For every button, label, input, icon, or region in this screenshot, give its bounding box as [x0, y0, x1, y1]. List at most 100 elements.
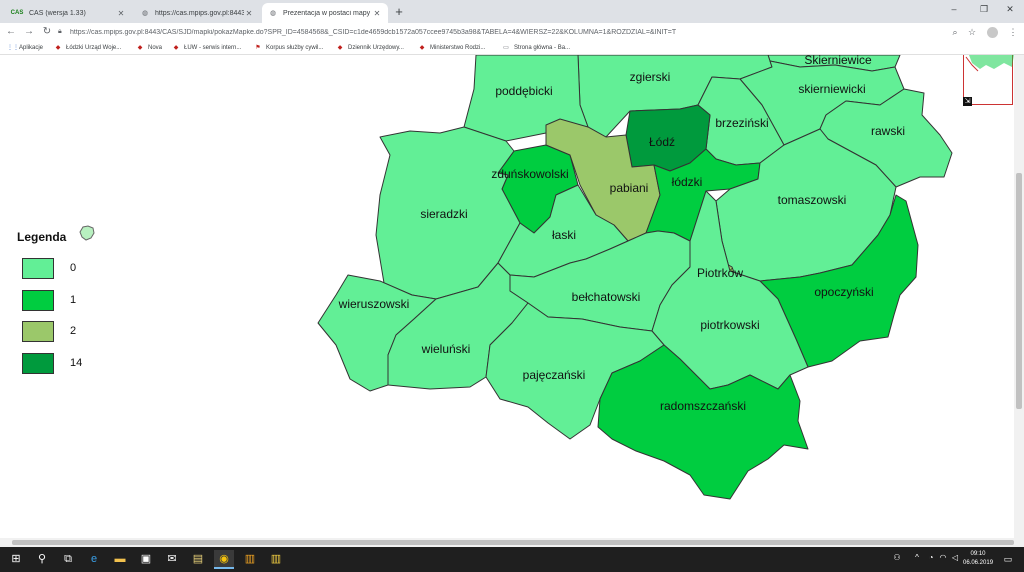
region-label-radomszczanski: radomszczański — [660, 399, 746, 413]
address-bar[interactable]: 🔒︎ https://cas.mpips.gov.pl:8443/CAS/SJD… — [58, 25, 938, 39]
start-icon[interactable]: ⊞ — [6, 550, 26, 569]
region-label-wieruszowski: wieruszowski — [338, 297, 410, 311]
tab-strip: CAS CAS (wersja 1.33) ✕ ◍ https://cas.mp… — [0, 0, 1024, 23]
horizontal-scrollbar[interactable] — [0, 538, 1014, 547]
globe-icon: ◍ — [141, 10, 149, 17]
chrome-icon[interactable]: ◉ — [214, 550, 234, 569]
tab-label: Prezentacja w postaci mapy — [283, 9, 371, 17]
wifi-icon[interactable]: ◠ — [938, 553, 948, 562]
bookmark-lodzki-urzad[interactable]: ◆ Łódzki Urząd Woje... — [54, 42, 122, 54]
document-icon[interactable]: ▥ — [240, 550, 260, 569]
bookmark-label: Strona główna - Ba... — [514, 45, 571, 51]
reload-button[interactable]: ↻ — [40, 25, 54, 39]
task-view-icon[interactable]: ⧉ — [58, 550, 78, 569]
region-label-piotrkow: Piotrków — [697, 266, 743, 280]
choropleth-map: Skierniewice zgierski poddębicki skierniewi… — [317, 55, 953, 500]
region-label-wielunski: wieluński — [421, 342, 471, 356]
region-label-brzezinski: brzeziński — [715, 116, 768, 130]
bookmark-luw[interactable]: ◆ ŁUW - serwis intern... — [172, 42, 242, 54]
tab-label: https://cas.mpips.gov.pl:8443/CAS — [155, 9, 244, 17]
bookmark-nova[interactable]: ◆ Nova — [136, 42, 162, 54]
notification-icon[interactable]: ▭ — [1001, 553, 1015, 565]
people-icon[interactable]: ⚇ — [892, 553, 902, 562]
region-label-piotrkowski: piotrkowski — [700, 318, 759, 332]
region-label-skierniewicki: skierniewicki — [798, 82, 865, 96]
app-window: CAS CAS (wersja 1.33) ✕ ◍ https://cas.mp… — [0, 0, 1024, 572]
region-label-rawski: rawski — [871, 124, 905, 138]
region-label-pajeczanski: pajęczański — [523, 368, 586, 382]
legend-swatch — [22, 321, 54, 342]
bookmark-strona-glowna[interactable]: ▭ Strona główna - Ba... — [502, 42, 570, 54]
legend-swatch — [22, 290, 54, 311]
forward-button[interactable]: → — [22, 25, 36, 39]
region-label-tomaszowski: tomaszowski — [778, 193, 847, 207]
close-icon[interactable]: ✕ — [372, 9, 382, 18]
file-explorer-icon[interactable]: ▬ — [110, 550, 130, 569]
page-icon: ▭ — [503, 45, 509, 51]
legend-value: 1 — [70, 294, 77, 306]
region-outline-icon — [79, 225, 95, 241]
region-label-zgierski: zgierski — [630, 70, 671, 84]
overview-collapse-icon[interactable]: ⇲ — [963, 97, 972, 106]
new-tab-button[interactable]: + — [392, 5, 406, 19]
horizontal-scroll-thumb[interactable] — [12, 540, 1014, 545]
mail-icon[interactable]: ✉ — [162, 550, 182, 569]
url-text: https://cas.mpips.gov.pl:8443/CAS/SJD/ma… — [70, 28, 677, 36]
notes-icon[interactable]: ▤ — [188, 550, 208, 569]
close-window-button[interactable]: ✕ — [996, 0, 1024, 18]
profile-avatar[interactable] — [987, 27, 998, 38]
crest-icon: ◆ — [337, 45, 343, 51]
zoom-icon[interactable]: ⌕ — [948, 25, 962, 39]
lock-icon: 🔒︎ — [58, 28, 62, 35]
bookmark-star-icon[interactable]: ☆ — [965, 25, 979, 39]
legend-value: 0 — [70, 262, 77, 274]
region-label-sieradzki: sieradzki — [420, 207, 467, 221]
bookmark-label: Łódzki Urząd Woje... — [66, 45, 122, 51]
region-label-lodzki: łódzki — [672, 175, 703, 189]
bookmark-ministerstwo[interactable]: ◆ Ministerstwo Rodzi... — [418, 42, 486, 54]
menu-kebab-icon[interactable]: ⋮ — [1006, 25, 1020, 39]
windows-taskbar: ⊞ ⚲ ⧉ e ▬ ▣ ✉ ▤ ◉ ▥ ▥ ⚇ ^ ◔ ◠ ◁ 09:10 06… — [0, 547, 1024, 572]
store-icon[interactable]: ▣ — [136, 550, 156, 569]
legend-value: 2 — [70, 325, 77, 337]
maximize-button[interactable]: ❐ — [970, 0, 998, 18]
legend-title: Legenda — [17, 230, 67, 244]
document-icon[interactable]: ▥ — [266, 550, 286, 569]
legend-value: 14 — [70, 357, 83, 369]
region-label-pabianicki: pabiani — [610, 181, 649, 195]
crest-icon: ◆ — [419, 45, 425, 51]
close-icon[interactable]: ✕ — [116, 9, 126, 18]
volume-icon[interactable]: ◁ — [950, 553, 960, 562]
tab-cas[interactable]: CAS CAS (wersja 1.33) ✕ — [4, 3, 132, 23]
region-label-belchatowski: bełchatowski — [572, 290, 641, 304]
bookmark-label: Korpus służby cywil... — [266, 45, 324, 51]
legend-swatch — [22, 353, 54, 374]
clock-date: 06.06.2019 — [963, 560, 994, 566]
tab-label: CAS (wersja 1.33) — [29, 9, 86, 17]
browser-toolbar: ← → ↻ 🔒︎ https://cas.mpips.gov.pl:8443/C… — [0, 23, 1024, 41]
crest-icon: ◆ — [55, 45, 61, 51]
close-icon[interactable]: ✕ — [244, 9, 254, 18]
bookmarks-bar: ⋮⋮ Aplikacje ◆ Łódzki Urząd Woje... ◆ No… — [0, 41, 1024, 55]
region-label-poddebicki: poddębicki — [495, 84, 552, 98]
tab-cas-url[interactable]: ◍ https://cas.mpips.gov.pl:8443/CAS ✕ — [134, 3, 260, 23]
vertical-scroll-thumb[interactable] — [1016, 173, 1022, 409]
network-icon[interactable]: ◔ — [926, 553, 936, 562]
region-label-lodz: Łódź — [649, 135, 675, 149]
taskbar-clock[interactable]: 09:10 06.06.2019 — [963, 550, 993, 568]
tab-map-presentation[interactable]: ◍ Prezentacja w postaci mapy ✕ — [262, 3, 388, 23]
chevron-up-icon[interactable]: ^ — [912, 553, 922, 562]
region-label-opoczynski: opoczyński — [814, 285, 873, 299]
search-icon[interactable]: ⚲ — [32, 550, 52, 569]
apps-grid-icon: ⋮⋮ — [7, 45, 19, 51]
flag-icon: ⚑ — [255, 45, 261, 51]
bookmark-dziennik[interactable]: ◆ Dziennik Urzędowy... — [336, 42, 404, 54]
edge-icon[interactable]: e — [84, 550, 104, 569]
bookmark-label: Ministerstwo Rodzi... — [430, 45, 486, 51]
bookmark-apps[interactable]: ⋮⋮ Aplikacje — [7, 42, 43, 54]
vertical-scrollbar[interactable] — [1014, 55, 1024, 547]
minimize-button[interactable]: – — [940, 0, 968, 18]
cas-logo-icon: CAS — [10, 10, 24, 16]
bookmark-korpus[interactable]: ⚑ Korpus służby cywil... — [254, 42, 323, 54]
back-button[interactable]: ← — [4, 25, 18, 39]
